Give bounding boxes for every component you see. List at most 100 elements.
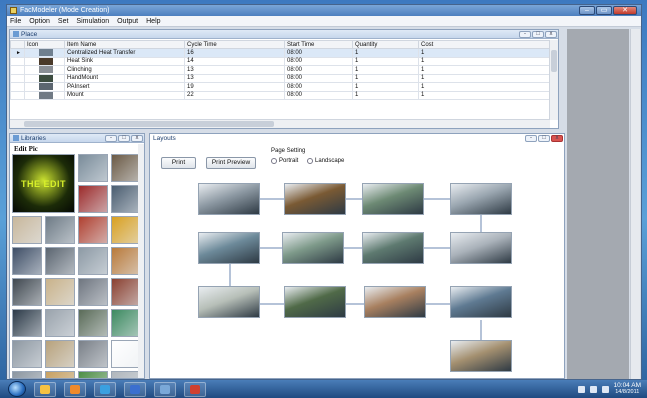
cost-cell[interactable]: 1 (418, 82, 550, 92)
quantity-cell[interactable]: 1 (352, 82, 419, 92)
item-icon[interactable] (24, 90, 65, 100)
station-s11[interactable] (364, 286, 426, 318)
start-time-cell[interactable]: 08:00 (284, 73, 353, 83)
minimize-button[interactable]: ‒ (579, 6, 595, 15)
menu-simulation[interactable]: Simulation (76, 18, 109, 25)
item-icon[interactable] (24, 73, 65, 83)
cycle-time-cell[interactable]: 19 (184, 82, 285, 92)
item-name-cell[interactable]: Mount (64, 90, 185, 100)
volume-icon[interactable] (601, 385, 609, 393)
library-tile-20[interactable] (111, 309, 141, 337)
menu-output[interactable]: Output (117, 18, 138, 25)
station-s13[interactable] (450, 340, 512, 372)
table-row[interactable]: Heat Sink 14 08:00 1 1 (10, 56, 550, 66)
place-horizontal-scrollbar[interactable] (10, 119, 550, 128)
taskbar-app-2[interactable] (64, 381, 86, 397)
panel-close-button[interactable]: x (131, 134, 143, 142)
menu-option[interactable]: Option (29, 18, 50, 25)
network-icon[interactable] (589, 385, 597, 393)
item-name-cell[interactable]: Heat Sink (64, 56, 185, 66)
column-header-cycle-time[interactable]: Cycle Time (184, 40, 285, 49)
maximize-button[interactable]: ▭ (596, 6, 612, 15)
scrollbar-thumb[interactable] (551, 50, 557, 72)
library-tile-1[interactable] (78, 154, 108, 182)
station-s2[interactable] (284, 183, 346, 215)
panel-minimize-button[interactable]: - (519, 30, 531, 38)
row-selector[interactable] (10, 56, 25, 66)
cost-cell[interactable]: 1 (418, 48, 550, 58)
library-tile-4[interactable] (111, 185, 141, 213)
action-center-icon[interactable] (577, 385, 585, 393)
menu-set[interactable]: Set (58, 18, 69, 25)
taskbar-app-3[interactable] (94, 381, 116, 397)
column-header-item-name[interactable]: Item Name (64, 40, 185, 49)
item-icon[interactable] (24, 82, 65, 92)
cycle-time-cell[interactable]: 13 (184, 73, 285, 83)
start-time-cell[interactable]: 08:00 (284, 90, 353, 100)
library-tile-16[interactable] (111, 278, 141, 306)
taskbar-app-6[interactable] (184, 381, 206, 397)
column-header-icon[interactable]: Icon (24, 40, 65, 49)
start-time-cell[interactable]: 08:00 (284, 65, 353, 75)
row-selector[interactable] (10, 82, 25, 92)
library-tile-25[interactable] (12, 371, 42, 378)
table-row[interactable]: ► Centralized Heat Transfer 16 08:00 1 1 (10, 48, 550, 58)
panel-restore-button[interactable]: □ (118, 134, 130, 142)
start-button[interactable] (8, 381, 26, 397)
library-tile-14[interactable] (45, 278, 75, 306)
place-vertical-scrollbar[interactable] (549, 40, 558, 120)
quantity-cell[interactable]: 1 (352, 56, 419, 66)
quantity-cell[interactable]: 1 (352, 48, 419, 58)
window-vertical-scrollbar[interactable] (630, 29, 640, 379)
start-time-cell[interactable]: 08:00 (284, 82, 353, 92)
libraries-scrollbar[interactable] (138, 144, 144, 378)
scrollbar-thumb[interactable] (24, 121, 274, 127)
station-s6[interactable] (282, 232, 344, 264)
library-tile-11[interactable] (78, 247, 108, 275)
station-s3[interactable] (362, 183, 424, 215)
start-time-cell[interactable]: 08:00 (284, 56, 353, 66)
library-tile-22[interactable] (45, 340, 75, 368)
station-s9[interactable] (198, 286, 260, 318)
library-tile-27[interactable] (78, 371, 108, 378)
menu-file[interactable]: File (10, 18, 21, 25)
start-time-cell[interactable]: 08:00 (284, 48, 353, 58)
library-tile-6[interactable] (45, 216, 75, 244)
library-tile-24[interactable] (111, 340, 141, 368)
library-tile-13[interactable] (12, 278, 42, 306)
library-tile-28[interactable] (111, 371, 141, 378)
cost-cell[interactable]: 1 (418, 73, 550, 83)
cost-cell[interactable]: 1 (418, 56, 550, 66)
row-selector[interactable] (10, 65, 25, 75)
title-bar[interactable]: FacModeler (Mode Creation) ‒ ▭ ✕ (7, 5, 641, 16)
library-tile-the-edit[interactable]: THE EDIT (12, 154, 75, 213)
item-name-cell[interactable]: HandMount (64, 73, 185, 83)
taskbar-app-5[interactable] (154, 381, 176, 397)
library-tile-12[interactable] (111, 247, 141, 275)
item-name-cell[interactable]: Clinching (64, 65, 185, 75)
library-tile-21[interactable] (12, 340, 42, 368)
table-row[interactable]: Mount 22 08:00 1 1 (10, 90, 550, 100)
table-row[interactable]: Clinching 13 08:00 1 1 (10, 65, 550, 75)
library-tile-23[interactable] (78, 340, 108, 368)
library-tile-3[interactable] (78, 185, 108, 213)
column-header-start-time[interactable]: Start Time (284, 40, 353, 49)
table-row[interactable]: HandMount 13 08:00 1 1 (10, 73, 550, 83)
library-tile-8[interactable] (111, 216, 141, 244)
station-s1[interactable] (198, 183, 260, 215)
taskbar-app-1[interactable] (34, 381, 56, 397)
close-button[interactable]: ✕ (613, 6, 637, 15)
taskbar-app-4[interactable] (124, 381, 146, 397)
station-s10[interactable] (284, 286, 346, 318)
quantity-cell[interactable]: 1 (352, 73, 419, 83)
library-tile-2[interactable] (111, 154, 141, 182)
clock[interactable]: 10:04 AM 14/8/2011 (614, 382, 641, 396)
column-header-cost[interactable]: Cost (418, 40, 550, 49)
item-icon[interactable] (24, 48, 65, 58)
library-tile-26[interactable] (45, 371, 75, 378)
cost-cell[interactable]: 1 (418, 90, 550, 100)
station-s7[interactable] (362, 232, 424, 264)
panel-minimize-button[interactable]: - (105, 134, 117, 142)
panel-restore-button[interactable]: □ (532, 30, 544, 38)
cycle-time-cell[interactable]: 14 (184, 56, 285, 66)
